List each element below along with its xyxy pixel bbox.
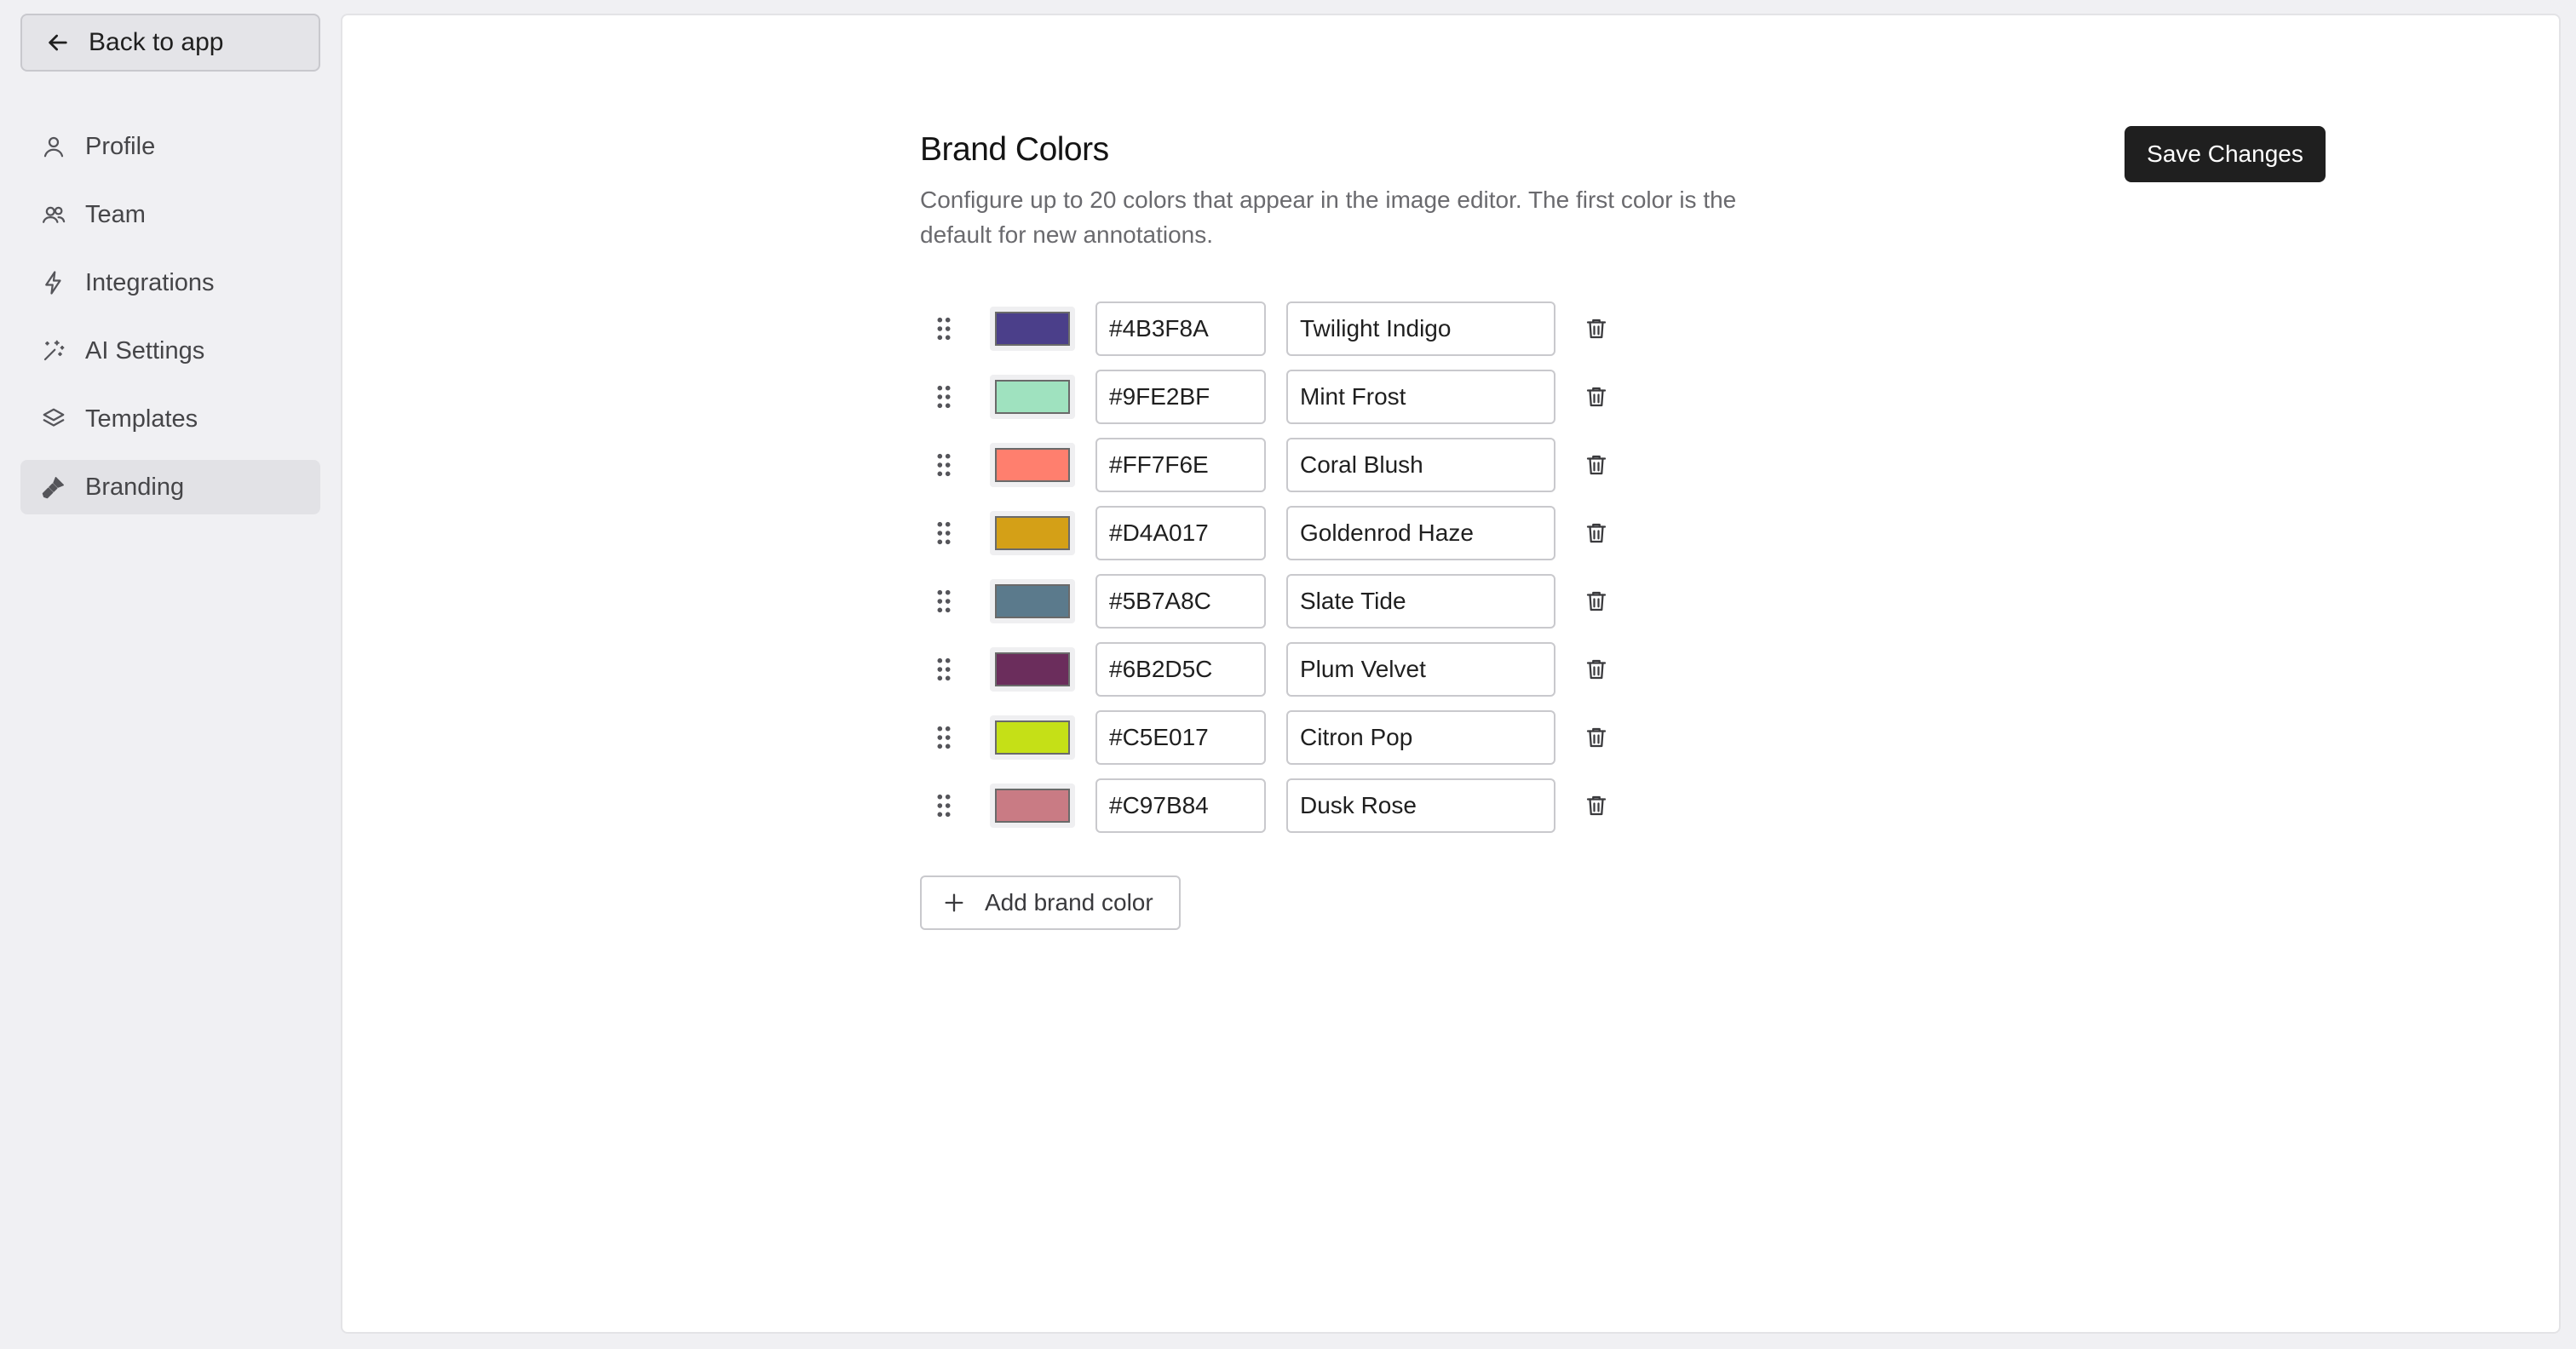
sidebar-item-integrations[interactable]: Integrations	[20, 255, 320, 310]
color-swatch-button[interactable]	[990, 784, 1075, 828]
sidebar-item-team[interactable]: Team	[20, 187, 320, 242]
color-name-input[interactable]	[1286, 438, 1555, 492]
arrow-left-icon	[44, 29, 72, 56]
main-panel: Brand Colors Configure up to 20 colors t…	[341, 14, 2561, 1334]
app-root: Back to app Profile Team Integrations AI…	[0, 0, 2576, 1349]
user-icon	[41, 134, 66, 159]
drag-handle-icon[interactable]	[929, 654, 959, 685]
color-swatch-button[interactable]	[990, 375, 1075, 419]
brand-color-row	[920, 778, 1687, 833]
sidebar-item-label: Integrations	[85, 268, 215, 296]
drag-handle-icon[interactable]	[929, 722, 959, 753]
hex-code-input[interactable]	[1095, 778, 1266, 833]
trash-icon[interactable]	[1581, 518, 1612, 548]
trash-icon[interactable]	[1581, 450, 1612, 480]
color-swatch-button[interactable]	[990, 307, 1075, 351]
trash-icon[interactable]	[1581, 382, 1612, 412]
color-swatch-button[interactable]	[990, 647, 1075, 692]
color-swatch-button[interactable]	[990, 443, 1075, 487]
trash-icon[interactable]	[1581, 790, 1612, 821]
color-name-input[interactable]	[1286, 574, 1555, 629]
color-swatch	[995, 584, 1070, 618]
color-name-input[interactable]	[1286, 370, 1555, 424]
hex-code-input[interactable]	[1095, 574, 1266, 629]
hex-code-input[interactable]	[1095, 506, 1266, 560]
color-swatch	[995, 516, 1070, 550]
color-name-input[interactable]	[1286, 710, 1555, 765]
trash-icon[interactable]	[1581, 722, 1612, 753]
settings-nav: Profile Team Integrations AI Settings Te…	[20, 119, 320, 528]
hex-code-input[interactable]	[1095, 301, 1266, 356]
brand-color-row	[920, 642, 1687, 697]
sidebar: Back to app Profile Team Integrations AI…	[0, 0, 341, 1349]
drag-handle-icon[interactable]	[929, 382, 959, 412]
add-brand-color-label: Add brand color	[985, 889, 1153, 916]
add-brand-color-button[interactable]: Add brand color	[920, 875, 1181, 930]
color-name-input[interactable]	[1286, 778, 1555, 833]
brand-color-row	[920, 370, 1687, 424]
trash-icon[interactable]	[1581, 313, 1612, 344]
color-name-input[interactable]	[1286, 506, 1555, 560]
hex-code-input[interactable]	[1095, 438, 1266, 492]
drag-handle-icon[interactable]	[929, 313, 959, 344]
page-description: Configure up to 20 colors that appear in…	[920, 187, 1737, 248]
color-swatch	[995, 448, 1070, 482]
page-title: Brand Colors	[920, 131, 1109, 168]
sidebar-item-branding[interactable]: Branding	[20, 460, 320, 514]
drag-handle-icon[interactable]	[929, 518, 959, 548]
paint-brush-icon	[41, 474, 66, 500]
sparkle-wand-icon	[41, 338, 66, 364]
brand-color-row	[920, 438, 1687, 492]
color-swatch-button[interactable]	[990, 715, 1075, 760]
color-swatch	[995, 312, 1070, 346]
drag-handle-icon[interactable]	[929, 586, 959, 617]
color-name-input[interactable]	[1286, 642, 1555, 697]
color-swatch-button[interactable]	[990, 511, 1075, 555]
users-icon	[41, 202, 66, 227]
lightning-icon	[41, 270, 66, 296]
sidebar-item-label: Templates	[85, 405, 198, 433]
back-to-app-button[interactable]: Back to app	[20, 14, 320, 72]
sidebar-item-templates[interactable]: Templates	[20, 392, 320, 446]
brand-color-list	[920, 301, 1687, 847]
trash-icon[interactable]	[1581, 586, 1612, 617]
brand-color-row	[920, 301, 1687, 356]
brand-color-row	[920, 506, 1687, 560]
brand-color-row	[920, 574, 1687, 629]
sidebar-item-label: Profile	[85, 132, 156, 160]
sidebar-item-label: Branding	[85, 473, 185, 501]
color-swatch	[995, 380, 1070, 414]
brand-color-row	[920, 710, 1687, 765]
color-swatch-button[interactable]	[990, 579, 1075, 623]
sidebar-item-label: AI Settings	[85, 336, 205, 365]
color-swatch	[995, 789, 1070, 823]
layers-icon	[41, 406, 66, 432]
sidebar-item-ai-settings[interactable]: AI Settings	[20, 324, 320, 378]
hex-code-input[interactable]	[1095, 642, 1266, 697]
color-swatch	[995, 720, 1070, 755]
color-swatch	[995, 652, 1070, 686]
drag-handle-icon[interactable]	[929, 450, 959, 480]
sidebar-item-label: Team	[85, 200, 146, 228]
back-to-app-label: Back to app	[89, 28, 224, 56]
sidebar-item-profile[interactable]: Profile	[20, 119, 320, 174]
plus-icon	[942, 891, 966, 915]
hex-code-input[interactable]	[1095, 370, 1266, 424]
trash-icon[interactable]	[1581, 654, 1612, 685]
save-changes-button[interactable]: Save Changes	[2125, 126, 2326, 182]
color-name-input[interactable]	[1286, 301, 1555, 356]
drag-handle-icon[interactable]	[929, 790, 959, 821]
hex-code-input[interactable]	[1095, 710, 1266, 765]
